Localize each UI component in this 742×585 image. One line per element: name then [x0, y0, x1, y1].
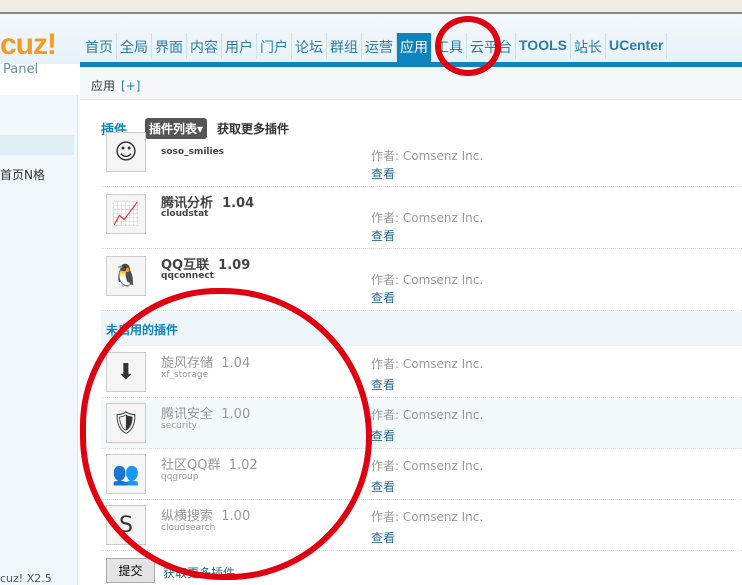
plugin-id: soso_smilies: [161, 147, 225, 157]
plugin-id: qqgroup: [161, 472, 199, 482]
plugin-title: 社区QQ群: [161, 458, 221, 473]
plugin-version: 1.04: [221, 356, 251, 371]
plugin-version: 1.09: [218, 258, 251, 273]
plugin-title: 腾讯安全: [161, 407, 214, 422]
plugin-id: qqconnect: [161, 271, 214, 281]
penguin-icon: 🐧: [106, 256, 146, 296]
plugin-version: 1.00: [221, 509, 251, 524]
plugin-row: 👥 社区QQ群 1.02 qqgroup 作者: Comsenz Inc. 查看: [101, 449, 742, 500]
add-shortcut-link[interactable]: [+]: [121, 79, 140, 93]
search-icon: S: [106, 505, 146, 545]
plugin-version: 1.04: [222, 196, 255, 211]
plugin-name: 腾讯安全 1.00: [161, 403, 250, 422]
plugin-name: 旋风存储 1.04: [161, 352, 250, 371]
plugin-row: ☺ soso_smilies 作者: Comsenz Inc. 查看: [101, 125, 742, 187]
view-link[interactable]: 查看: [371, 478, 395, 495]
plugin-version: 1.00: [221, 407, 251, 422]
sidebar-header: [0, 135, 74, 155]
nav-item[interactable]: 论坛: [292, 33, 327, 59]
plugin-row: 📈 腾讯分析 1.04 cloudstat 作者: Comsenz Inc. 查…: [101, 187, 742, 249]
nav-item[interactable]: 界面: [152, 33, 187, 59]
plugin-id: cloudsearch: [161, 523, 216, 533]
nav-item[interactable]: 首页: [82, 33, 117, 59]
logo: cuz!: [0, 28, 57, 61]
plugin-name: [161, 130, 170, 145]
plugin-author: 作者: Comsenz Inc.: [371, 273, 484, 287]
plugin-id: cloudstat: [161, 209, 209, 219]
main-nav: 首页 全局 界面 内容 用户 门户 论坛 群组 运营 应用 工具 云平台 TOOLS 站长 UCenter: [82, 33, 668, 63]
plugin-row: ⬇ 旋风存储 1.04 xf_storage 作者: Comsenz Inc. …: [101, 347, 742, 398]
download-icon: ⬇: [106, 352, 146, 392]
view-link[interactable]: 查看: [371, 427, 395, 444]
view-link[interactable]: 查看: [371, 529, 395, 546]
plugin-author: 作者: Comsenz Inc.: [371, 211, 484, 225]
logo-subtitle: Panel: [3, 62, 39, 77]
view-link[interactable]: 查看: [371, 376, 395, 393]
shield-icon: 🛡: [106, 403, 146, 443]
version-label: cuz! X2.5: [0, 572, 52, 585]
breadcrumb-label: 应用: [91, 79, 116, 93]
group-icon: 👥: [106, 454, 146, 494]
nav-item[interactable]: 内容: [187, 33, 222, 59]
get-more-plugins-link[interactable]: 获取更多插件: [163, 564, 235, 581]
plugin-name: 纵横搜索 1.00: [161, 505, 250, 524]
plugin-id: xf_storage: [161, 370, 209, 380]
plugin-row: S 纵横搜索 1.00 cloudsearch 作者: Comsenz Inc.…: [101, 500, 742, 551]
nav-item[interactable]: 群组: [327, 33, 362, 59]
nav-item[interactable]: 云平台: [467, 33, 516, 59]
plugin-id: security: [161, 421, 197, 431]
nav-item[interactable]: 用户: [222, 33, 257, 59]
nav-item[interactable]: UCenter: [606, 33, 668, 59]
plugin-author: 作者: Comsenz Inc.: [371, 459, 484, 473]
plugin-author: 作者: Comsenz Inc.: [371, 357, 484, 371]
plugin-version: 1.02: [228, 458, 258, 473]
plugin-author: 作者: Comsenz Inc.: [371, 510, 484, 524]
nav-item[interactable]: 门户: [257, 33, 292, 59]
sidebar-item[interactable]: 首页N格: [0, 166, 45, 183]
plugin-row: 🛡 腾讯安全 1.00 security 作者: Comsenz Inc. 查看: [101, 398, 742, 449]
nav-item[interactable]: 运营: [362, 33, 397, 59]
nav-item[interactable]: 站长: [571, 33, 606, 59]
plugin-title: 纵横搜索: [161, 509, 214, 524]
plugin-author: 作者: Comsenz Inc.: [371, 149, 484, 163]
view-link[interactable]: 查看: [371, 165, 395, 182]
nav-item[interactable]: 应用: [397, 33, 432, 63]
submit-button[interactable]: 提交: [106, 558, 155, 583]
nav-item[interactable]: 工具: [432, 33, 467, 59]
plugin-row: 🐧 QQ互联 1.09 qqconnect 作者: Comsenz Inc. 查…: [101, 249, 742, 311]
smiley-icon: ☺: [106, 132, 146, 172]
plugin-name: 社区QQ群 1.02: [161, 454, 258, 473]
nav-item[interactable]: TOOLS: [516, 33, 571, 59]
plugin-author: 作者: Comsenz Inc.: [371, 408, 484, 422]
browser-chrome: [0, 0, 742, 14]
disabled-section-title: 未启用的插件: [101, 312, 742, 346]
plugin-title: 旋风存储: [161, 356, 214, 371]
chart-icon: 📈: [106, 194, 146, 234]
breadcrumb: 应用 [+]: [80, 67, 742, 100]
view-link[interactable]: 查看: [371, 227, 395, 244]
nav-item[interactable]: 全局: [117, 33, 152, 59]
view-link[interactable]: 查看: [371, 289, 395, 306]
